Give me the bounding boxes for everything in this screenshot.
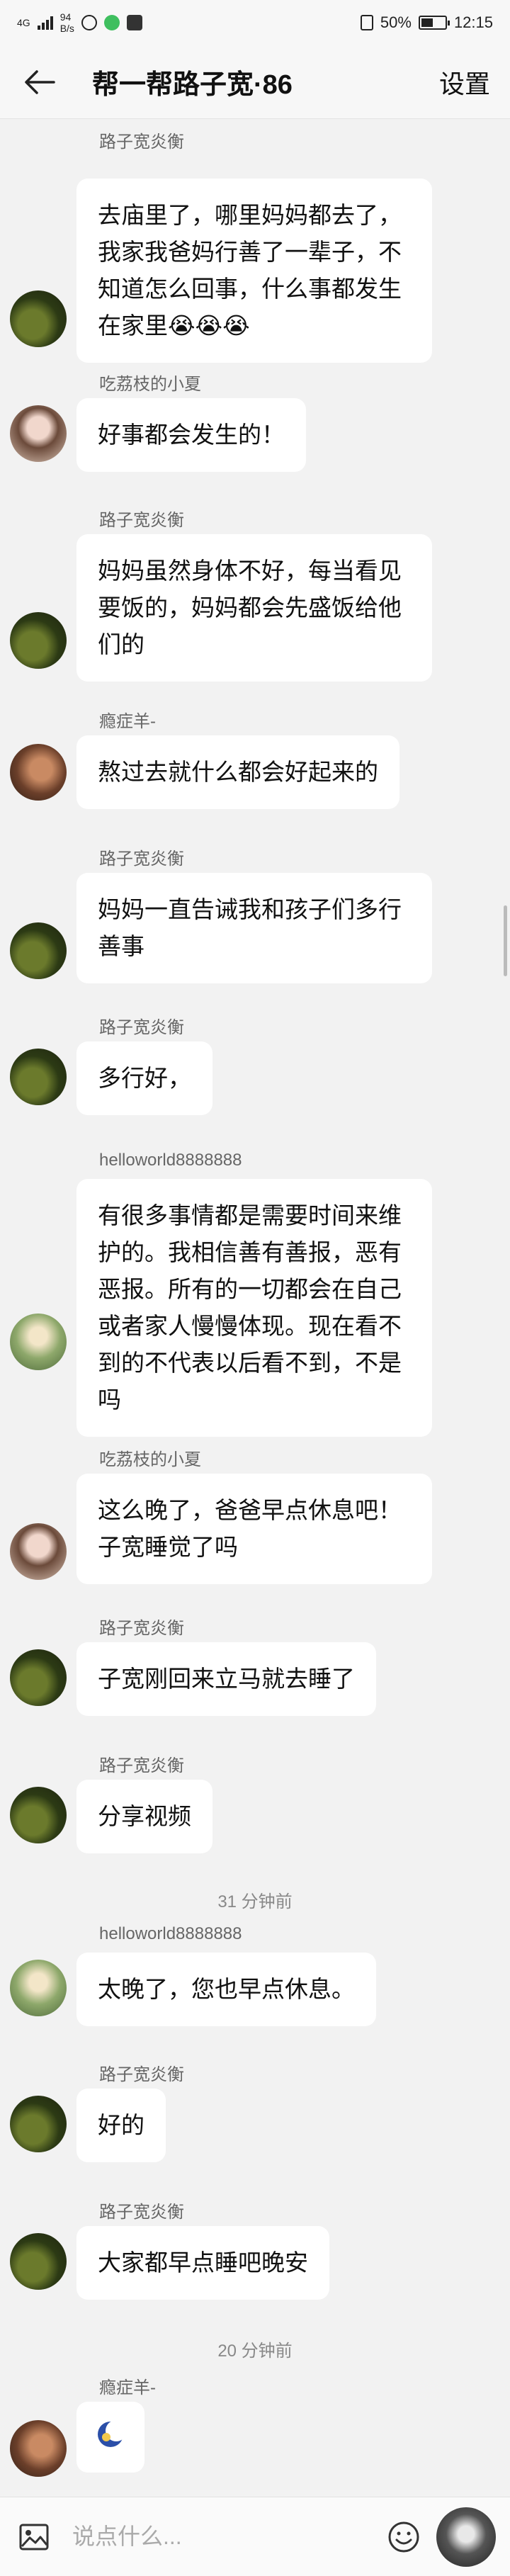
- sender-name: 路子宽炎衡: [99, 511, 184, 530]
- message-bubble[interactable]: 有很多事情都是需要时间来维护的。我相信善有善报，恶有恶报。所有的一切都会在自己或…: [76, 1179, 432, 1437]
- sender-name: helloworld8888888: [99, 1924, 242, 1943]
- avatar[interactable]: [10, 612, 67, 669]
- image-icon: [19, 2524, 49, 2550]
- avatar[interactable]: [10, 1787, 67, 1843]
- message-bubble[interactable]: 去庙里了，哪里妈妈都去了，我家我爸妈行善了一辈子，不知道怎么回事，什么事都发生在…: [76, 179, 432, 363]
- message-bubble[interactable]: 好事都会发生的！: [76, 398, 306, 472]
- timestamp: 20 分钟前: [217, 2341, 293, 2361]
- avatar[interactable]: [10, 405, 67, 462]
- message-bubble[interactable]: 分享视频: [76, 1780, 212, 1853]
- avatar[interactable]: [10, 2096, 67, 2152]
- avatar[interactable]: [10, 1523, 67, 1580]
- network-speed: 94 B/s: [60, 11, 74, 34]
- message-bubble[interactable]: 太晚了，您也早点休息。: [76, 1953, 376, 2026]
- chat-title: 帮一帮路子宽·86: [92, 70, 293, 100]
- status-bar: 4G 94 B/s 50% 12:15: [0, 0, 510, 45]
- bag-icon: [126, 15, 142, 30]
- avatar[interactable]: [10, 2233, 67, 2290]
- battery-icon: [418, 16, 450, 30]
- sender-name: 路子宽炎衡: [99, 1619, 184, 1638]
- network-indicator: 4G: [17, 18, 30, 28]
- moon-sticker-icon: [98, 2420, 127, 2447]
- sender-name: 瘾症羊-: [99, 712, 156, 731]
- network-type: 4G: [17, 17, 30, 28]
- input-bar: [0, 2497, 510, 2576]
- message-bubble[interactable]: 妈妈虽然身体不好，每当看见要饭的，妈妈都会先盛饭给他们的: [76, 534, 432, 682]
- image-button[interactable]: [14, 2517, 54, 2557]
- avatar[interactable]: [10, 2420, 67, 2477]
- timestamp: 31 分钟前: [217, 1892, 293, 1911]
- app-notification-icon: [103, 15, 120, 30]
- sender-name: 路子宽炎衡: [99, 1756, 184, 1775]
- message-bubble[interactable]: 子宽刚回来立马就去睡了: [76, 1642, 376, 1716]
- sender-name: 路子宽炎衡: [99, 849, 184, 869]
- clock: 12:15: [453, 13, 493, 31]
- avatar[interactable]: [10, 1649, 67, 1706]
- avatar[interactable]: [10, 922, 67, 979]
- avatar[interactable]: [10, 1314, 67, 1370]
- sender-name: 吃荔枝的小夏: [99, 375, 201, 394]
- message-bubble[interactable]: 熬过去就什么都会好起来的: [76, 735, 400, 809]
- sticker-bubble[interactable]: [76, 2402, 144, 2473]
- chat-header: 帮一帮路子宽·86 设置: [0, 45, 510, 119]
- avatar[interactable]: [10, 1049, 67, 1105]
- scrollbar[interactable]: [504, 905, 507, 976]
- arrow-left-icon: [25, 69, 55, 94]
- settings-button[interactable]: 设置: [439, 64, 490, 101]
- sender-name: 路子宽炎衡: [99, 2203, 184, 2222]
- avatar[interactable]: [10, 290, 67, 347]
- message-bubble[interactable]: 这么晚了，爸爸早点休息吧！子宽睡觉了吗: [76, 1474, 432, 1584]
- message-bubble[interactable]: 妈妈一直告诫我和孩子们多行善事: [76, 873, 432, 983]
- avatar[interactable]: [10, 744, 67, 801]
- message-list[interactable]: 路子宽炎衡 去庙里了，哪里妈妈都去了，我家我爸妈行善了一辈子，不知道怎么回事，什…: [0, 119, 510, 2497]
- emoji-icon: [388, 2521, 419, 2552]
- signal-icon: [37, 16, 53, 30]
- sender-name: 路子宽炎衡: [99, 132, 184, 152]
- speed-unit: B/s: [60, 23, 74, 34]
- my-avatar[interactable]: [436, 2507, 496, 2567]
- message-bubble[interactable]: 多行好，: [76, 1041, 212, 1115]
- alarm-icon: [81, 15, 97, 30]
- sender-name: 路子宽炎衡: [99, 1018, 184, 1037]
- emoji-button[interactable]: [384, 2517, 424, 2557]
- sender-name: 路子宽炎衡: [99, 2065, 184, 2084]
- sender-name: 瘾症羊-: [99, 2378, 156, 2397]
- sender-name: 吃荔枝的小夏: [99, 1450, 201, 1469]
- message-input[interactable]: [72, 2515, 370, 2558]
- back-button[interactable]: [20, 62, 60, 102]
- message-bubble[interactable]: 好的: [76, 2089, 166, 2162]
- sender-name: helloworld8888888: [99, 1151, 242, 1170]
- speed-value: 94: [60, 11, 72, 23]
- message-bubble[interactable]: 大家都早点睡吧晚安: [76, 2226, 329, 2300]
- battery-percent: 50%: [380, 13, 412, 31]
- vibrate-icon: [360, 15, 373, 30]
- avatar[interactable]: [10, 1960, 67, 2016]
